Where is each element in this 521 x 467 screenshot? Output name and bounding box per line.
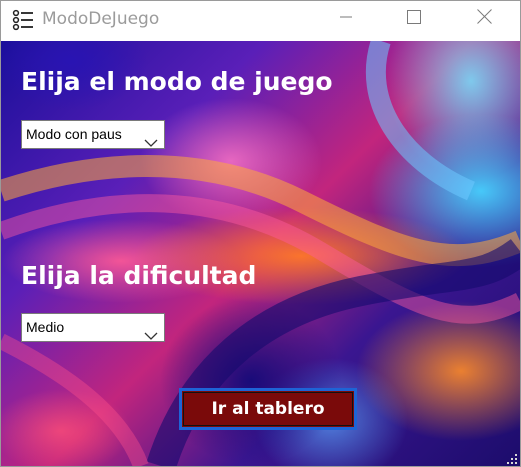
minimize-button[interactable] [323, 1, 369, 37]
background-wallpaper: Elija el modo de juego Modo con paus Eli… [1, 41, 520, 466]
maximize-icon [407, 9, 421, 29]
close-button[interactable] [461, 1, 507, 37]
difficulty-heading: Elija la dificultad [21, 261, 257, 290]
chevron-down-icon [144, 323, 158, 340]
close-icon [476, 9, 492, 29]
app-window: ModoDeJuego Elija el modo de juego Modo … [0, 0, 521, 467]
resize-grip-icon[interactable] [506, 452, 518, 464]
maximize-button[interactable] [391, 1, 437, 37]
go-to-board-button[interactable]: Ir al tablero [179, 388, 357, 430]
mode-select[interactable]: Modo con paus [21, 120, 165, 149]
difficulty-select[interactable]: Medio [21, 313, 165, 342]
window-title: ModoDeJuego [42, 9, 160, 29]
chevron-down-icon [144, 130, 158, 147]
list-icon [12, 9, 34, 31]
minimize-icon [340, 10, 352, 28]
mode-heading: Elija el modo de juego [21, 67, 333, 96]
mode-select-value: Modo con paus [26, 126, 122, 142]
difficulty-select-value: Medio [26, 319, 65, 335]
title-bar[interactable]: ModoDeJuego [1, 1, 520, 39]
